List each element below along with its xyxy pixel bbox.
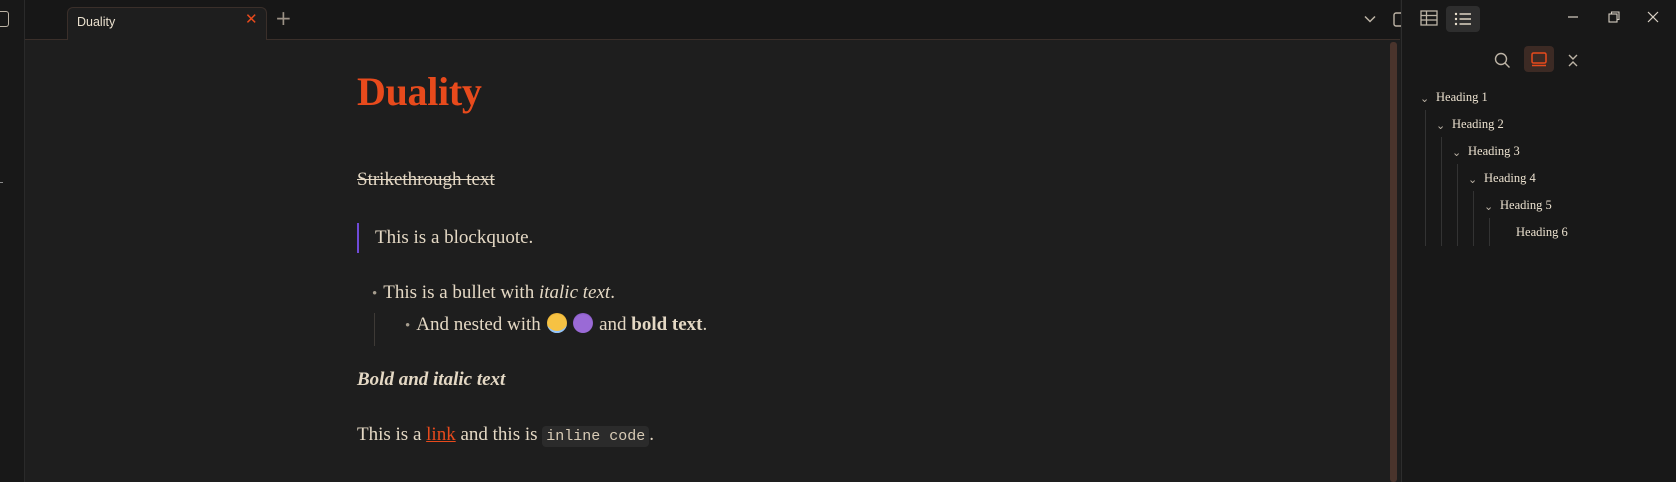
chevron-down-icon[interactable] xyxy=(1363,12,1377,26)
chevron-down-icon[interactable]: ⌄ xyxy=(1484,200,1493,213)
blockquote: This is a blockquote. xyxy=(357,223,533,253)
restore-icon[interactable] xyxy=(1607,10,1621,24)
strikethrough-text: Strikethrough text xyxy=(357,169,495,190)
minimize-icon[interactable] xyxy=(1566,10,1580,24)
document-title: Duality xyxy=(357,69,482,114)
outline-item-label: Heading 2 xyxy=(1452,117,1504,131)
bold-text: bold text xyxy=(631,314,703,335)
bullet-marker: • xyxy=(405,318,411,334)
left-ribbon xyxy=(0,0,25,482)
list-icon xyxy=(1454,12,1472,26)
sidebar-toggle-icon[interactable] xyxy=(0,11,9,27)
view-toggle-button[interactable] xyxy=(1524,46,1554,72)
devil-emoji-icon xyxy=(573,313,594,333)
outline-guide xyxy=(1441,137,1442,246)
outline-guide xyxy=(1425,110,1426,246)
document-content: Duality Strikethrough text This is a blo… xyxy=(357,69,1057,447)
outline-item-label: Heading 5 xyxy=(1500,198,1552,212)
table-icon[interactable] xyxy=(1420,10,1438,26)
inline-code: inline code xyxy=(542,426,650,447)
outline-item-label: Heading 1 xyxy=(1436,90,1488,104)
nested-list-item: • And nested with and bold text. xyxy=(405,313,707,336)
ribbon-divider xyxy=(0,182,3,183)
new-tab-button[interactable]: + xyxy=(275,8,292,28)
paragraph-suffix: . xyxy=(649,424,655,445)
chevron-down-icon[interactable]: ⌄ xyxy=(1420,92,1429,105)
outline-item-label: Heading 3 xyxy=(1468,144,1520,158)
italic-text: italic text xyxy=(538,282,611,303)
bullet-marker: • xyxy=(372,286,378,302)
chevron-down-icon[interactable]: ⌄ xyxy=(1452,146,1461,159)
link-paragraph: This is a link and this is inline code. xyxy=(357,424,655,447)
link[interactable]: link xyxy=(426,424,456,445)
view-icon xyxy=(1530,51,1548,67)
outline-guide xyxy=(1473,191,1474,246)
tab-bar: Duality ✕ + xyxy=(25,0,1411,40)
close-icon[interactable]: ✕ xyxy=(245,12,258,27)
nested-list-guide xyxy=(374,313,375,346)
tab-duality[interactable]: Duality ✕ xyxy=(67,7,267,40)
bold-italic-text: Bold and italic text xyxy=(357,369,506,390)
outline-item-label: Heading 4 xyxy=(1484,171,1536,185)
editor-scrollbar[interactable] xyxy=(1390,42,1397,482)
outline-guide xyxy=(1457,164,1458,246)
search-icon[interactable] xyxy=(1494,52,1511,69)
bullet-text: And nested with xyxy=(416,314,541,335)
list-item: • This is a bullet with italic text. xyxy=(372,282,615,304)
collapse-icon[interactable] xyxy=(1566,52,1580,69)
chevron-down-icon[interactable]: ⌄ xyxy=(1436,119,1445,132)
tab-title: Duality xyxy=(77,15,116,29)
bullet-suffix: . xyxy=(610,282,615,303)
chevron-down-icon[interactable]: ⌄ xyxy=(1468,173,1477,186)
angel-emoji-icon xyxy=(546,313,567,333)
outline-item-label: Heading 6 xyxy=(1516,225,1568,239)
paragraph-text: This is a xyxy=(357,424,427,445)
paragraph-text: and this is xyxy=(455,424,543,445)
close-window-icon[interactable] xyxy=(1646,10,1660,24)
bullet-text: This is a bullet with xyxy=(383,282,539,303)
bullet-suffix: . xyxy=(702,314,708,335)
outline-guide xyxy=(1489,218,1490,246)
right-sidebar: ⌄ Heading 1 ⌄ Heading 2 ⌄ Heading 3 ⌄ He… xyxy=(1401,0,1676,482)
bullet-text: and xyxy=(599,314,627,335)
tab-outline[interactable] xyxy=(1446,6,1480,32)
